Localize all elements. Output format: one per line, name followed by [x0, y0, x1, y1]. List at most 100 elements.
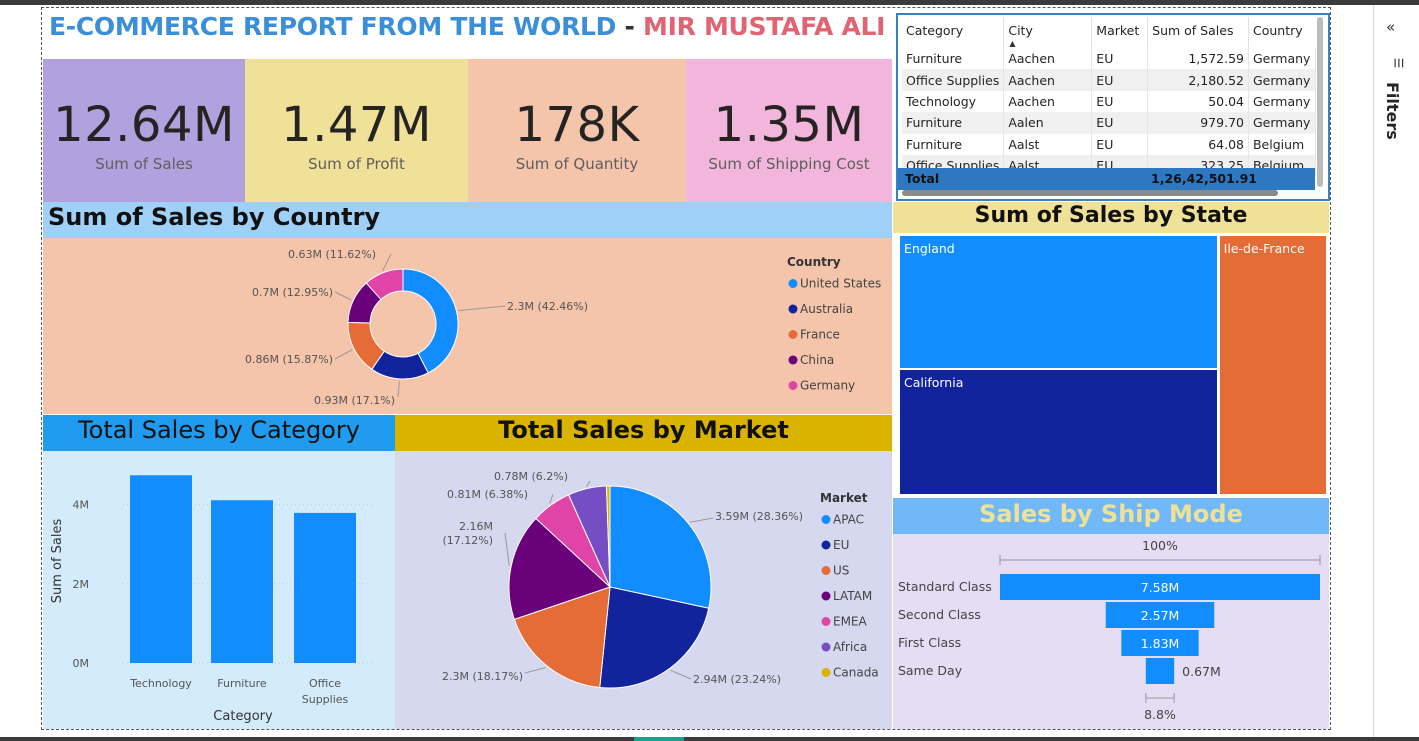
bar-furniture	[211, 500, 273, 663]
col-header-market[interactable]: Market	[1091, 17, 1149, 48]
kpi-card-shipping[interactable]: 1.35M Sum of Shipping Cost	[686, 59, 892, 202]
legend-marker-africa	[821, 642, 831, 652]
legend-item-africa: Africa	[833, 640, 867, 654]
double-chevron-left-icon[interactable]: «	[1386, 18, 1395, 36]
leader-line	[334, 291, 352, 301]
legend-marker-united-states	[788, 279, 798, 288]
table-total-row: Total 1,26,42,501.91	[898, 168, 1315, 190]
legend-marker-emea	[821, 617, 831, 626]
treemap-label-england: England	[904, 241, 955, 256]
report-title: E-COMMERCE REPORT FROM THE WORLD - MIR M…	[49, 12, 885, 48]
cell-category: Technology	[902, 90, 1005, 113]
leader-line	[670, 669, 692, 680]
cell-market: EU	[1091, 48, 1149, 70]
cell-market: EU	[1091, 133, 1149, 155]
cell-market: EU	[1091, 112, 1149, 134]
funnel-bar-same-day	[1145, 658, 1175, 684]
kpi-card-quantity[interactable]: 178K Sum of Quantity	[468, 59, 686, 202]
col-header-country[interactable]: Country	[1248, 17, 1315, 48]
kpi-sales-value: 12.64M	[53, 97, 235, 153]
sales-table-grid: Category City ▲ Market Sum of Sales Count…	[902, 17, 1317, 177]
shipmode-funnel-chart[interactable]: 100% Standard Class 7.58M Second Class 2.57M…	[893, 534, 1329, 729]
legend-item-eu: EU	[833, 538, 849, 552]
data-label-france: 0.86M (15.87%)	[245, 353, 333, 366]
legend-marker-china	[788, 355, 798, 365]
data-label-latam: (17.12%)	[442, 534, 493, 547]
legend-marker-apac	[821, 515, 831, 524]
legend-item-us: US	[833, 564, 849, 578]
cell-country: Germany	[1248, 69, 1317, 91]
country-donut-chart[interactable]: 2.3M (42.46%) 0.93M (17.1%) 0.86M (15.87%)…	[43, 238, 892, 414]
legend-marker-latam	[821, 591, 831, 601]
filters-label[interactable]: Filters	[1383, 82, 1402, 140]
legend-title: Country	[787, 255, 841, 269]
data-label-germany: 0.63M (11.62%)	[288, 248, 376, 261]
legend-marker-france	[788, 330, 798, 339]
y-tick-label: 4M	[73, 499, 90, 512]
funnel-top-percent: 100%	[1142, 538, 1178, 553]
table-vertical-scrollbar[interactable]	[1317, 17, 1323, 187]
kpi-card-profit[interactable]: 1.47M Sum of Profit	[245, 59, 468, 202]
treemap-tile-ile-de-france[interactable]: Ile-de-France	[1219, 236, 1326, 494]
legend-marker-us	[821, 566, 831, 575]
market-pie-chart[interactable]: 3.59M (28.36%) 2.94M (23.24%) 2.3M (18.17%…	[395, 451, 892, 729]
cell-sales: 2,180.52	[1147, 69, 1249, 91]
leader-line	[524, 667, 546, 674]
country-chart-title: Sum of Sales by Country	[48, 203, 381, 231]
legend-title: Market	[820, 491, 868, 505]
col-header-category[interactable]: Category	[902, 17, 1005, 48]
legend-item-united-states: United States	[800, 277, 881, 291]
title-author: MIR MUSTAFA ALI	[643, 12, 886, 41]
funnel-category-label: Second Class	[898, 607, 981, 622]
cell-sales: 1,572.59	[1147, 48, 1249, 70]
kpi-card-sales[interactable]: 12.64M Sum of Sales	[43, 59, 245, 202]
data-label-africa: 0.78M (6.2%)	[494, 470, 568, 483]
x-tick-label: Furniture	[217, 677, 267, 690]
sort-ascending-icon: ▲	[1009, 39, 1016, 48]
leader-line	[382, 253, 392, 271]
table-row[interactable]: Office Supplies Aachen EU 2,180.52 Germa…	[902, 69, 1317, 91]
treemap-tile-california[interactable]: California	[900, 370, 1217, 494]
table-row[interactable]: Furniture Aalen EU 979.70 Germany	[902, 112, 1317, 134]
state-treemap[interactable]: England California Ile-de-France	[900, 236, 1326, 494]
funnel-category-label: Same Day	[898, 663, 963, 678]
cell-sales: 979.70	[1147, 112, 1249, 134]
data-label-emea: 0.81M (6.38%)	[447, 488, 528, 501]
cell-city: Aalen	[1003, 112, 1093, 134]
table-header-row: Category City ▲ Market Sum of Sales Count…	[902, 17, 1316, 48]
cell-city: Aalst	[1003, 133, 1093, 155]
state-chart-title: Sum of Sales by State	[974, 203, 1248, 228]
table-horizontal-scrollbar[interactable]	[902, 190, 1278, 196]
kpi-quantity-value: 178K	[514, 97, 640, 153]
table-row[interactable]: Furniture Aachen EU 1,572.59 Germany	[902, 48, 1317, 70]
kpi-profit-value: 1.47M	[281, 97, 432, 153]
kpi-shipping-value: 1.35M	[713, 97, 865, 153]
category-bar-chart[interactable]: 0M 2M 4M Technology Furniture Office Supplies C…	[43, 451, 395, 729]
data-label-eu: 2.94M (23.24%)	[693, 673, 781, 686]
funnel-data-label: 2.57M	[1141, 608, 1180, 623]
col-header-sum-of-sales[interactable]: Sum of Sales	[1147, 17, 1249, 48]
data-label-china: 0.7M (12.95%)	[252, 286, 333, 299]
col-header-city[interactable]: City ▲	[1003, 17, 1093, 48]
window-bottom-bar	[0, 737, 1419, 741]
bar-technology	[130, 475, 192, 663]
cell-category: Furniture	[902, 48, 1005, 70]
treemap-label-ile-de-france: Ile-de-France	[1223, 241, 1305, 256]
data-label-australia: 0.93M (17.1%)	[314, 394, 395, 407]
legend-marker-germany	[788, 381, 798, 390]
cell-category: Furniture	[902, 133, 1005, 155]
title-separator: -	[616, 12, 644, 41]
y-tick-label: 2M	[73, 578, 90, 591]
kpi-profit-label: Sum of Profit	[308, 155, 405, 173]
cell-city: Aachen	[1003, 69, 1093, 91]
legend-item-australia: Australia	[800, 302, 853, 316]
leader-line	[397, 380, 400, 398]
data-label-us: 2.3M (18.17%)	[442, 670, 523, 683]
funnel-data-label: 1.83M	[1141, 636, 1180, 651]
x-axis-title: Category	[213, 709, 273, 724]
kpi-quantity-label: Sum of Quantity	[515, 155, 639, 173]
col-header-city-label: City	[1008, 23, 1033, 38]
table-row[interactable]: Furniture Aalst EU 64.08 Belgium	[902, 133, 1317, 155]
treemap-tile-england[interactable]: England	[900, 236, 1217, 369]
table-row[interactable]: Technology Aachen EU 50.04 Germany	[902, 90, 1317, 113]
